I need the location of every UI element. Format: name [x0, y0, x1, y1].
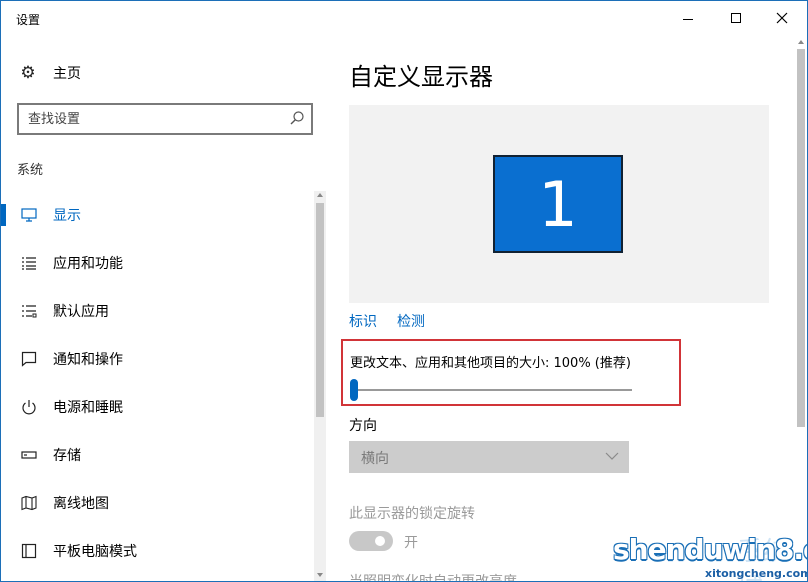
minimize-button[interactable] [665, 1, 711, 35]
display-arrangement-area: 1 [349, 105, 769, 303]
window-title: 设置 [16, 13, 41, 27]
scale-label: 更改文本、应用和其他项目的大小: 100% (推荐) [350, 356, 631, 371]
slider-thumb[interactable] [350, 379, 358, 401]
identify-link[interactable]: 标识 [349, 311, 377, 331]
maximize-icon [731, 13, 741, 23]
sidebar-item-power-sleep[interactable]: 电源和睡眠 [1, 383, 313, 431]
display-links: 标识 检测 [349, 311, 445, 331]
power-icon [20, 398, 38, 416]
sidebar-item-storage[interactable]: 存储 [1, 431, 313, 479]
title-bar: 设置 [1, 1, 807, 35]
detect-link[interactable]: 检测 [397, 311, 425, 331]
scroll-thumb[interactable] [316, 203, 324, 417]
close-button[interactable] [759, 1, 805, 35]
toggle-knob [375, 536, 385, 546]
sidebar-item-display[interactable]: 显示 [1, 191, 313, 239]
tablet-icon [20, 542, 38, 560]
chevron-down-icon [605, 452, 619, 460]
sidebar-item-label: 离线地图 [53, 496, 109, 512]
list-icon [20, 254, 38, 272]
orientation-label: 方向 [349, 418, 377, 434]
sidebar-item-notifications[interactable]: 通知和操作 [1, 335, 313, 383]
sidebar-item-label: 默认应用 [53, 304, 109, 320]
main-content: 自定义显示器 1 标识 检测 更改文本、应用和其他项目的大小: 100% (推荐… [329, 35, 807, 582]
scroll-up-arrow-icon[interactable] [798, 40, 804, 44]
sidebar-item-default-apps[interactable]: 默认应用 [1, 287, 313, 335]
slider-track [350, 389, 632, 391]
default-apps-icon [20, 302, 38, 320]
close-icon [776, 12, 788, 24]
sidebar-item-tablet-mode[interactable]: 平板电脑模式 [1, 527, 313, 575]
lock-rotation-state: 开 [404, 535, 418, 551]
map-icon [20, 494, 38, 512]
home-link[interactable]: ⚙ 主页 [19, 63, 81, 83]
scroll-up-arrow-icon[interactable] [317, 193, 323, 197]
maximize-button[interactable] [713, 1, 759, 35]
notification-icon [20, 350, 38, 368]
sidebar-item-label: 电源和睡眠 [53, 400, 123, 416]
settings-window: 设置 ⚙ 主页 系统 显示 [0, 0, 808, 582]
sidebar: ⚙ 主页 系统 显示 应用和功能 [1, 35, 329, 581]
sidebar-item-label: 通知和操作 [53, 352, 123, 368]
search-icon[interactable] [289, 110, 305, 126]
home-label: 主页 [53, 66, 81, 82]
monitor-tile[interactable]: 1 [493, 155, 623, 253]
main-scrollbar[interactable] [795, 35, 807, 581]
orientation-value: 横向 [361, 451, 389, 467]
monitor-icon [20, 206, 38, 224]
search-box[interactable] [17, 103, 313, 135]
sidebar-scrollbar[interactable] [314, 191, 326, 581]
sidebar-item-label: 应用和功能 [53, 256, 123, 272]
lock-rotation-label: 此显示器的锁定旋转 [349, 506, 475, 522]
scroll-thumb[interactable] [797, 49, 805, 427]
sidebar-item-label: 平板电脑模式 [53, 544, 137, 560]
sidebar-item-label: 显示 [53, 208, 81, 224]
lock-rotation-toggle[interactable] [349, 531, 393, 551]
scale-slider[interactable] [350, 379, 632, 403]
orientation-dropdown[interactable]: 横向 [349, 441, 629, 473]
page-title: 自定义显示器 [349, 63, 493, 91]
minimize-icon [683, 18, 693, 20]
sidebar-nav: 显示 应用和功能 默认应用 通知和操作 电源和睡眠 存储 离线地图 平板电脑模式 [1, 191, 313, 575]
sidebar-item-apps-features[interactable]: 应用和功能 [1, 239, 313, 287]
sidebar-item-offline-maps[interactable]: 离线地图 [1, 479, 313, 527]
scale-highlight-box: 更改文本、应用和其他项目的大小: 100% (推荐) [341, 339, 681, 406]
gear-icon: ⚙ [20, 63, 36, 83]
sidebar-item-label: 存储 [53, 448, 81, 464]
brightness-label: 当照明变化时自动更改亮度 [349, 574, 517, 582]
storage-icon [20, 446, 38, 464]
scroll-down-arrow-icon[interactable] [317, 573, 323, 577]
watermark-sub: xitongcheng.com [705, 567, 808, 580]
watermark-main: shenduwin8.com [613, 533, 807, 566]
group-label: 系统 [17, 163, 44, 178]
search-input[interactable] [28, 110, 278, 128]
watermark: 系统城 shenduwin8.com xitongcheng.com [613, 529, 808, 581]
